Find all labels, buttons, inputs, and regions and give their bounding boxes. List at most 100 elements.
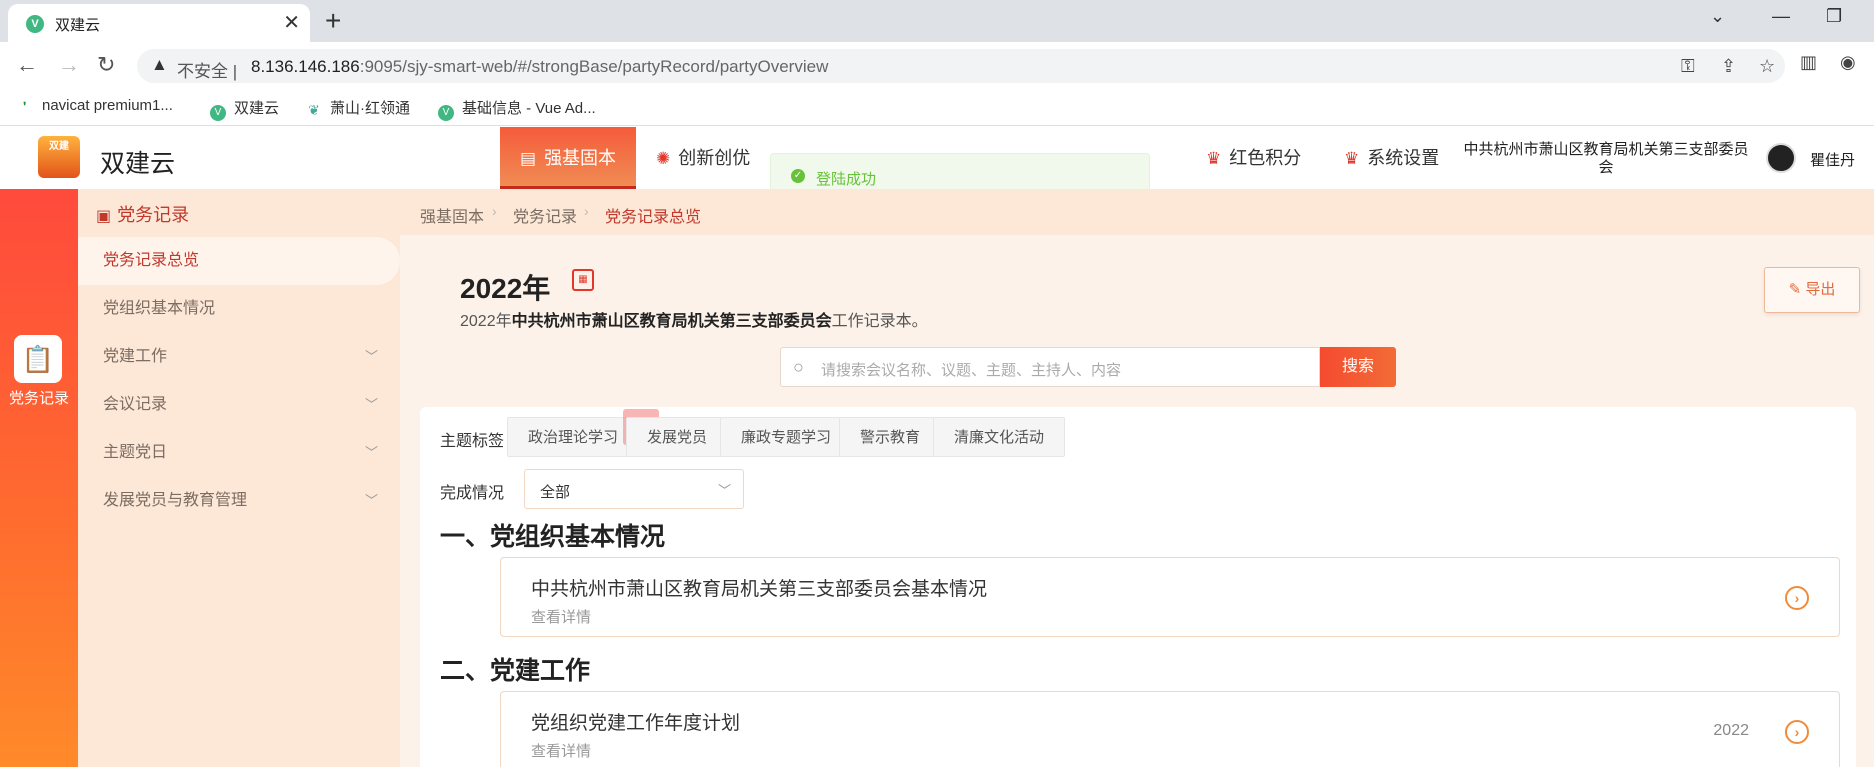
user-name[interactable]: 瞿佳丹 <box>1810 149 1855 170</box>
section-title: 一、党组织基本情况 <box>440 523 666 551</box>
breadcrumb-current: 党务记录总览 <box>605 209 702 226</box>
notebook-icon: ▤ <box>520 149 537 168</box>
search-icon: ○ <box>793 357 804 377</box>
nav-item-settings[interactable]: ♛ 系统设置 <box>1344 127 1439 189</box>
url-input[interactable]: ▲ 不安全 | 8.136.146.186:9095/sjy-smart-web… <box>137 49 1785 83</box>
search-input[interactable]: ○ 请搜索会议名称、议题、主题、主持人、内容 <box>780 347 1320 387</box>
record-card[interactable]: 党组织党建工作年度计划 查看详情 2022 › <box>500 691 1840 767</box>
sidebar-item-member-dev[interactable]: 发展党员与教育管理 ﹀ <box>78 477 400 525</box>
year-title: 2022年 <box>460 273 551 304</box>
sidebar-header: ▣ 党务记录 <box>96 205 190 225</box>
arrow-right-circle-icon[interactable]: › <box>1785 586 1809 610</box>
chevron-down-icon: ﹀ <box>717 483 731 498</box>
toast-message: 登陆成功 <box>816 171 877 188</box>
chevron-down-icon: ﹀ <box>364 493 378 508</box>
tag-politics[interactable]: 政治理论学习 <box>507 417 640 457</box>
breadcrumb-item[interactable]: 强基固本 <box>420 203 484 227</box>
bookmarks-bar: ᡃnavicat premium1... V双建云 ❦萧山·红领通 V基础信息 … <box>0 88 1874 126</box>
org-name[interactable]: 中共杭州市萧山区教育局机关第三支部委员会 <box>1463 141 1749 177</box>
module-rail: 📋 党务记录 <box>0 189 78 767</box>
card-title: 中共杭州市萧山区教育局机关第三支部委员会基本情况 <box>531 579 988 600</box>
search-button[interactable]: 搜索 <box>1320 347 1396 387</box>
close-icon[interactable]: ✕ <box>283 10 300 35</box>
content-panel: 主题标签 政治理论学习 ⌕ 发展党员 廉政专题学习 警示教育 清廉文化活动 完成… <box>420 407 1856 767</box>
avatar[interactable] <box>1766 143 1796 173</box>
rail-item-party-record[interactable]: 📋 党务记录 <box>0 329 78 411</box>
bulb-icon: ✺ <box>656 149 671 168</box>
app-logo: 双建 <box>38 136 80 178</box>
tag-integrity[interactable]: 廉政专题学习 <box>720 417 853 457</box>
forward-icon[interactable]: → <box>58 52 80 78</box>
record-card[interactable]: 中共杭州市萧山区教育局机关第三支部委员会基本情况 查看详情 › <box>500 557 1840 637</box>
tab-title: 双建云 <box>55 17 101 34</box>
tab-search-icon[interactable]: ⌄ <box>1710 6 1725 27</box>
tag-warning-edu[interactable]: 警示教育 <box>839 417 942 457</box>
edit-icon: ✎ <box>1788 281 1802 298</box>
tag-clean-culture[interactable]: 清廉文化活动 <box>933 417 1066 457</box>
clipboard-icon: 📋 <box>14 335 62 383</box>
sidebar-item-party-work[interactable]: 党建工作 ﹀ <box>78 333 400 381</box>
breadcrumb: 强基固本 › 党务记录 › 党务记录总览 <box>400 189 1874 235</box>
chevron-down-icon: ﹀ <box>364 445 378 460</box>
card-title: 党组织党建工作年度计划 <box>531 713 741 734</box>
sidebar-item-meetings[interactable]: 会议记录 ﹀ <box>78 381 400 429</box>
chevron-down-icon: ﹀ <box>364 349 378 364</box>
medal-icon: ♛ <box>1206 149 1222 168</box>
check-icon: ✓ <box>791 169 805 183</box>
nav-item-innovation[interactable]: ✺ 创新创优 <box>656 127 750 189</box>
back-icon[interactable]: ← <box>16 52 38 78</box>
reload-icon[interactable]: ↻ <box>97 52 115 78</box>
tag-member-dev[interactable]: 发展党员 <box>626 417 729 457</box>
navicat-icon: ᡃ <box>18 100 34 116</box>
insecure-label: 不安全 | <box>177 62 238 81</box>
chevron-down-icon: ﹀ <box>364 397 378 412</box>
leaf-icon: ❦ <box>308 102 320 118</box>
topic-label: 主题标签 <box>440 433 505 450</box>
status-value: 全部 <box>540 484 571 501</box>
rail-item-label: 党务记录 <box>8 390 69 407</box>
bookmark-item[interactable]: ᡃnavicat premium1... <box>18 97 173 116</box>
star-icon[interactable]: ☆ <box>1759 56 1775 77</box>
status-label: 完成情况 <box>440 485 505 502</box>
status-select[interactable]: 全部 ﹀ <box>524 469 744 509</box>
vue-icon: V <box>210 105 226 121</box>
calendar-icon[interactable]: ▦ <box>572 269 594 291</box>
chevron-right-icon: › <box>492 203 497 219</box>
export-button[interactable]: ✎ 导出 <box>1764 267 1860 313</box>
sidebar: ▣ 党务记录 党务记录总览 党组织基本情况 党建工作 ﹀ 会议记录 ﹀ 主题党日 ﹀ 发… <box>78 189 400 767</box>
main-content: 2022年 ▦ 2022年中共杭州市萧山区教育局机关第三支部委员会工作记录本。 … <box>400 235 1874 767</box>
view-detail-link[interactable]: 查看详情 <box>531 740 591 761</box>
card-year: 2022 <box>1713 722 1749 739</box>
sidebar-item-theme-day[interactable]: 主题党日 ﹀ <box>78 429 400 477</box>
arrow-right-circle-icon[interactable]: › <box>1785 720 1809 744</box>
nav-item-strong-base[interactable]: ▤ 强基固本 <box>500 127 637 189</box>
section-title: 二、党建工作 <box>440 657 591 685</box>
restore-icon[interactable]: ❐ <box>1826 6 1842 27</box>
medal-icon: ♛ <box>1344 149 1360 168</box>
minimize-icon[interactable]: — <box>1772 6 1790 27</box>
profile-icon[interactable]: ◉ <box>1840 52 1856 73</box>
clipboard-icon: ▣ <box>96 208 112 225</box>
bookmark-item[interactable]: V 双建云 <box>210 97 279 121</box>
sidebar-item-basic-info[interactable]: 党组织基本情况 <box>78 285 400 333</box>
key-icon[interactable]: ⚿ <box>1681 56 1695 77</box>
vue-icon: V <box>26 15 44 33</box>
app-name: 双建云 <box>100 150 176 178</box>
breadcrumb-item[interactable]: 党务记录 <box>513 203 577 227</box>
view-detail-link[interactable]: 查看详情 <box>531 606 591 627</box>
chevron-right-icon: › <box>584 203 589 219</box>
new-tab-icon[interactable]: + <box>325 5 341 37</box>
address-bar: ← → ↻ ▲ 不安全 | 8.136.146.186:9095/sjy-sma… <box>0 42 1874 88</box>
browser-tab-bar: V 双建云 ✕ + ⌄ — ❐ <box>0 0 1874 42</box>
warning-icon: ▲ <box>151 55 168 74</box>
browser-tab[interactable]: V 双建云 ✕ <box>8 4 310 42</box>
subtitle: 2022年中共杭州市萧山区教育局机关第三支部委员会工作记录本。 <box>460 313 928 330</box>
search-placeholder: 请搜索会议名称、议题、主题、主持人、内容 <box>821 362 1122 379</box>
share-icon[interactable]: ⇪ <box>1721 56 1736 77</box>
bookmark-item[interactable]: ❦ 萧山·红领通 <box>306 97 410 118</box>
vue-icon: V <box>438 105 454 121</box>
bookmark-item[interactable]: V 基础信息 - Vue Ad... <box>438 97 596 121</box>
sidebar-item-overview[interactable]: 党务记录总览 <box>78 237 400 285</box>
sidepanel-icon[interactable]: ▥ <box>1800 52 1817 73</box>
nav-item-red-points[interactable]: ♛ 红色积分 <box>1206 127 1301 189</box>
